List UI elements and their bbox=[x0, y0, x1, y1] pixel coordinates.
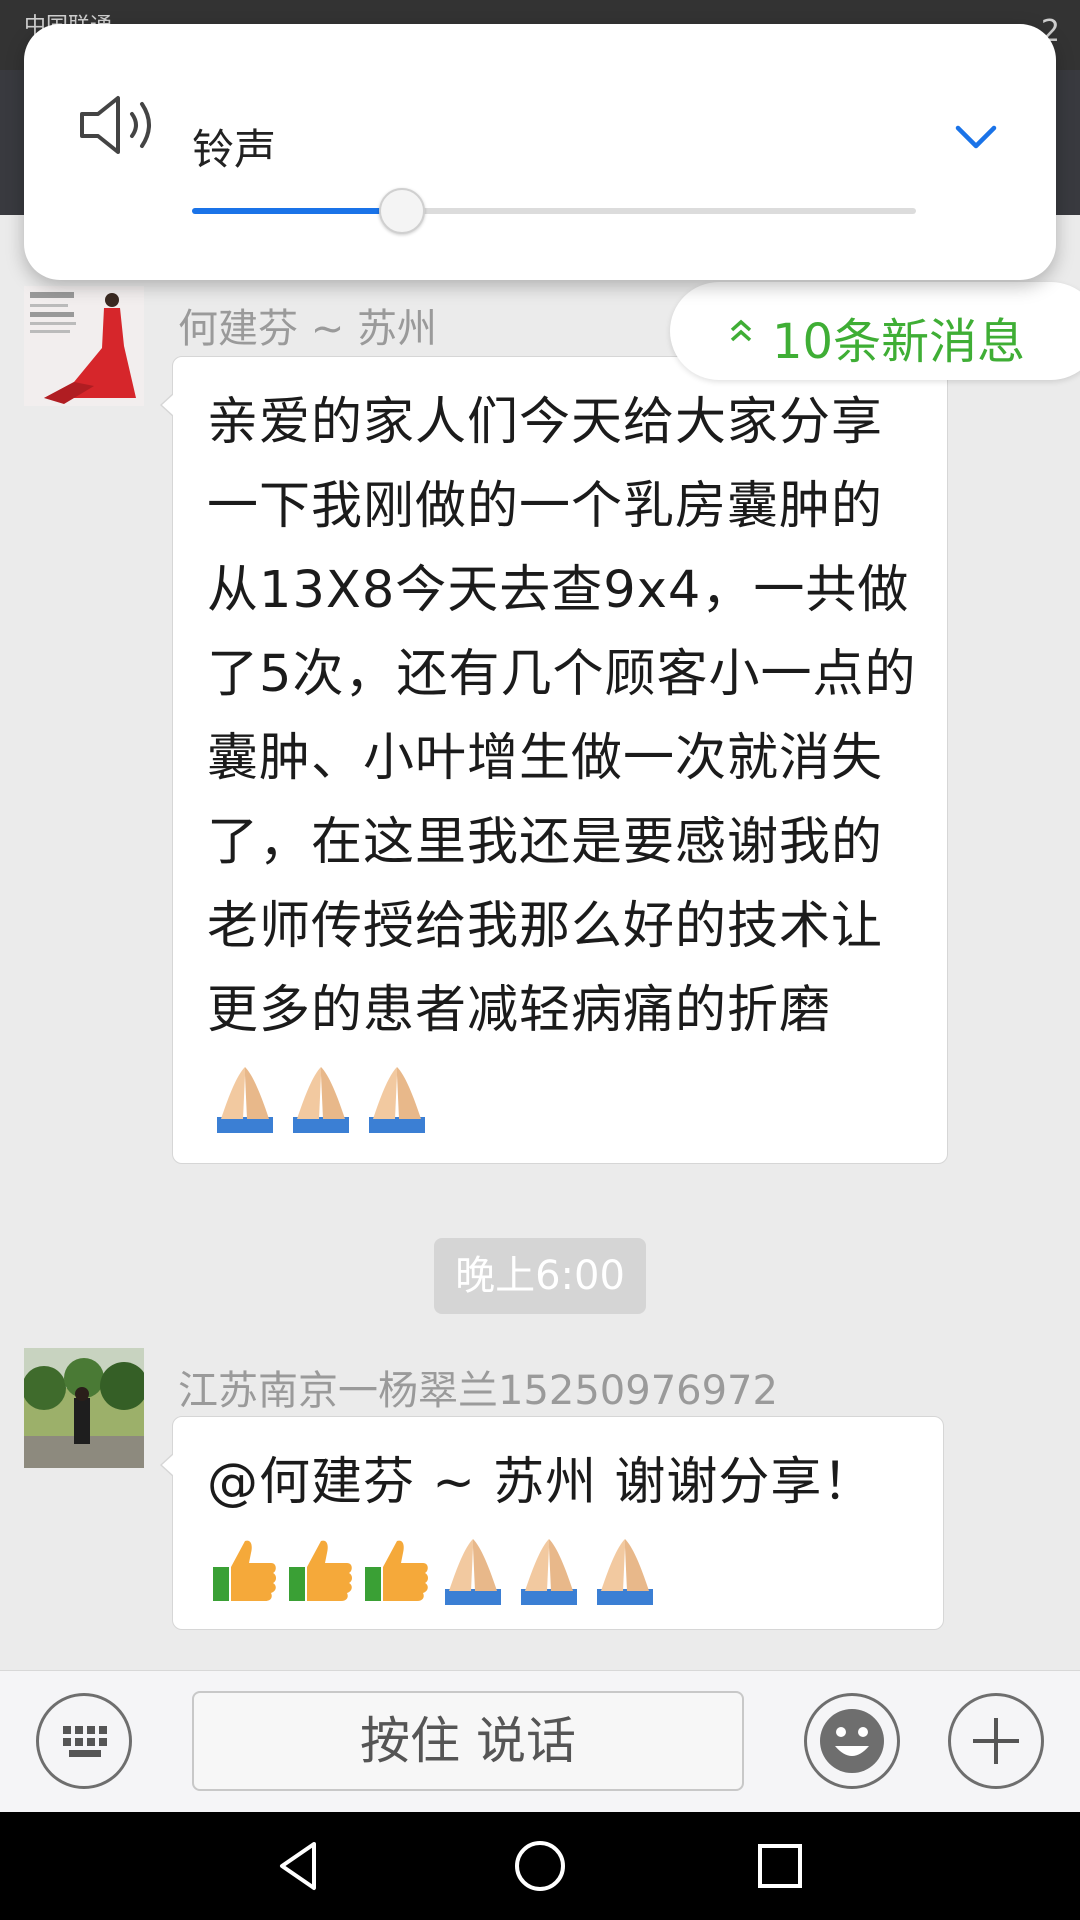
keyboard-icon bbox=[63, 1726, 107, 1757]
new-messages-button[interactable]: 10条新消息 bbox=[670, 282, 1080, 380]
speaker-icon[interactable] bbox=[76, 90, 166, 160]
thumbs-up-icon bbox=[213, 1540, 276, 1601]
thumbs-up-icon bbox=[289, 1540, 352, 1601]
volume-stream-label: 铃声 bbox=[192, 125, 277, 174]
time-divider: 晚上6:00 bbox=[434, 1238, 646, 1314]
folded-hands-icon bbox=[445, 1539, 501, 1605]
chevron-down-icon[interactable] bbox=[950, 116, 1002, 160]
volume-slider-fill bbox=[192, 208, 402, 214]
new-messages-label: 10条新消息 bbox=[772, 314, 1026, 370]
message-bubble[interactable]: 亲爱的家人们今天给大家分享一下我刚做的一个乳房囊肿的从13X8今天去查9x4，一… bbox=[160, 356, 948, 1164]
home-icon[interactable] bbox=[508, 1834, 572, 1898]
volume-slider[interactable] bbox=[192, 188, 916, 234]
message-bubble[interactable]: @何建芬 ~ 苏州 谢谢分享！ bbox=[160, 1416, 944, 1630]
avatar[interactable] bbox=[24, 286, 144, 406]
avatar[interactable] bbox=[24, 1348, 144, 1468]
back-icon[interactable] bbox=[268, 1834, 332, 1898]
sender-name: 江苏南京一杨翠兰15250976972 bbox=[178, 1368, 778, 1414]
emoji-button[interactable] bbox=[804, 1693, 900, 1789]
hold-to-talk-button[interactable]: 按住 说话 bbox=[192, 1691, 744, 1791]
double-chevron-up-icon bbox=[730, 319, 752, 342]
folded-hands-icon bbox=[369, 1067, 425, 1133]
folded-hands-icon bbox=[217, 1067, 273, 1133]
message-text: @何建芬 ~ 苏州 谢谢分享！ bbox=[207, 1441, 927, 1611]
system-nav-bar bbox=[0, 1812, 1080, 1920]
more-actions-button[interactable] bbox=[948, 1693, 1044, 1789]
sender-name: 何建芬 ~ 苏州 bbox=[178, 306, 437, 352]
emoji-row bbox=[207, 1055, 435, 1139]
folded-hands-icon bbox=[597, 1539, 653, 1605]
chat-screen: 中国联通 2 何建芬 ~ 苏州 亲爱的家人们今天给大家分享一下我刚做的一个乳房囊… bbox=[0, 0, 1080, 1920]
avatar-image-park-photo bbox=[24, 1348, 144, 1468]
smiley-icon bbox=[820, 1709, 884, 1773]
volume-panel: 铃声 bbox=[24, 24, 1056, 280]
folded-hands-icon bbox=[293, 1067, 349, 1133]
folded-hands-icon bbox=[521, 1539, 577, 1605]
message-body: @何建芬 ~ 苏州 谢谢分享！ bbox=[207, 1453, 875, 1512]
plus-icon bbox=[973, 1718, 1019, 1764]
recents-icon[interactable] bbox=[748, 1834, 812, 1898]
chat-input-bar: 按住 说话 bbox=[0, 1670, 1080, 1812]
thumbs-up-icon bbox=[365, 1540, 428, 1601]
message-body: 亲爱的家人们今天给大家分享一下我刚做的一个乳房囊肿的从13X8今天去查9x4，一… bbox=[207, 393, 917, 1040]
emoji-row bbox=[207, 1527, 663, 1611]
message-text: 亲爱的家人们今天给大家分享一下我刚做的一个乳房囊肿的从13X8今天去查9x4，一… bbox=[207, 381, 927, 1139]
keyboard-toggle-button[interactable] bbox=[36, 1693, 132, 1789]
volume-slider-thumb[interactable] bbox=[378, 188, 425, 234]
avatar-image-red-dress bbox=[24, 286, 144, 406]
